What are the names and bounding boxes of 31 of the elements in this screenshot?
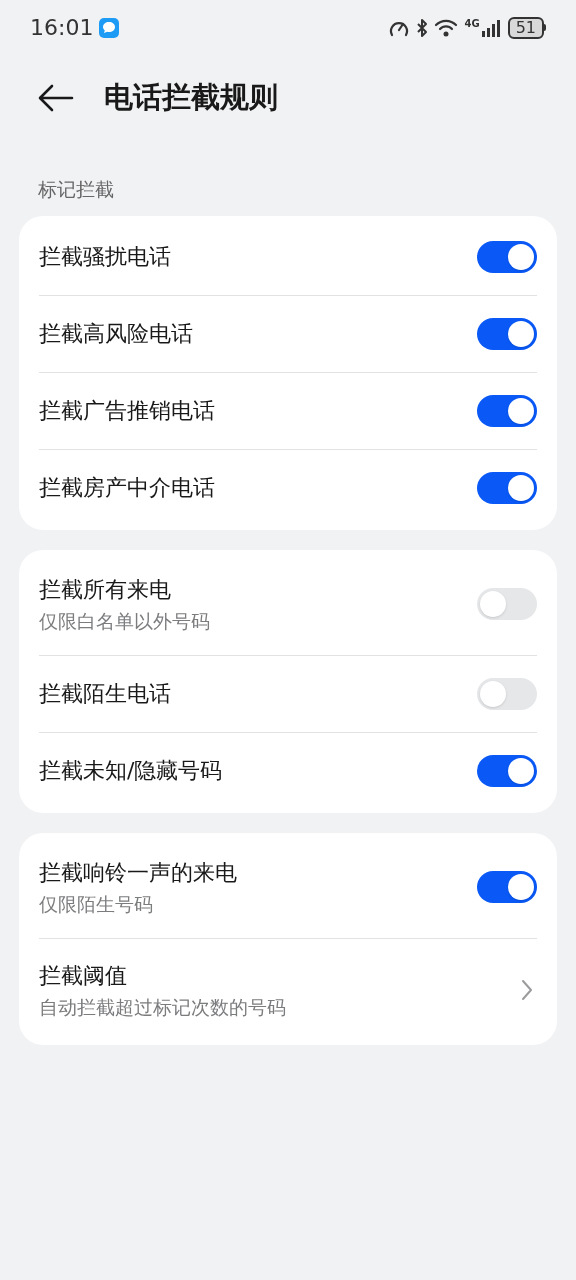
setting-title: 拦截广告推销电话 xyxy=(39,396,215,425)
setting-title: 拦截房产中介电话 xyxy=(39,474,215,502)
page-title: 电话拦截规则 xyxy=(104,78,278,116)
setting-title: 拦截所有来电 xyxy=(39,575,172,604)
bluetooth-icon xyxy=(416,17,429,38)
wifi-icon xyxy=(434,17,459,38)
toggle-switch[interactable] xyxy=(477,472,537,504)
toggle-switch[interactable] xyxy=(477,394,537,427)
toggle-switch[interactable] xyxy=(477,870,537,903)
setting-title: 拦截响铃一声的来电 xyxy=(39,858,237,887)
back-icon[interactable] xyxy=(38,83,74,112)
setting-title: 拦截陌生电话 xyxy=(39,679,171,708)
setting-title: 拦截高风险电话 xyxy=(39,319,193,348)
section-label: 标记拦截 xyxy=(38,178,114,200)
network-type: 4G xyxy=(464,18,480,29)
setting-title: 拦截骚扰电话 xyxy=(39,242,171,271)
toggle-switch[interactable] xyxy=(477,677,537,710)
toggle-switch[interactable] xyxy=(477,587,537,620)
signal-icon xyxy=(481,18,502,37)
setting-subtitle: 自动拦截超过标记次数的号码 xyxy=(39,995,286,1019)
battery-level: 51 xyxy=(507,16,544,39)
toggle-switch[interactable] xyxy=(477,755,537,787)
message-icon xyxy=(99,17,120,38)
setting-title: 拦截阈值 xyxy=(39,962,128,990)
chevron-right-icon xyxy=(521,979,533,1001)
status-time: 16:01 xyxy=(30,14,94,42)
toggle-switch[interactable] xyxy=(477,240,537,273)
toggle-switch[interactable] xyxy=(477,317,537,350)
setting-title: 拦截未知/隐藏号码 xyxy=(39,757,223,785)
setting-subtitle: 仅限白名单以外号码 xyxy=(39,608,210,633)
setting-subtitle: 仅限陌生号码 xyxy=(39,891,154,916)
